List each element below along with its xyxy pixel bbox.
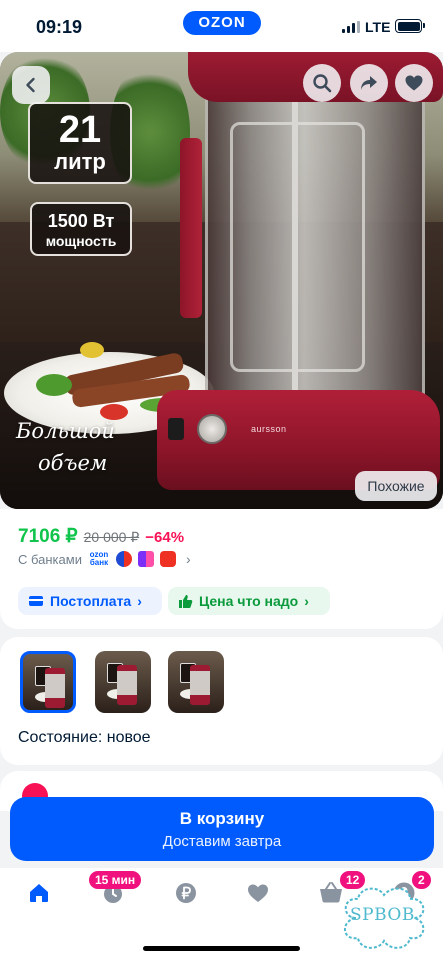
home-icon [30,884,48,902]
discount-badge: −64% [145,529,185,546]
volume-badge: 21 литр [28,102,132,184]
favorite-button[interactable] [395,64,433,102]
search-button[interactable] [303,64,341,102]
chevron-right-icon: › [304,593,309,609]
gallery-card: Состояние: новое [0,637,443,765]
good-price-label: Цена что надо [199,593,299,609]
postpay-chip[interactable]: Постоплата › [18,587,162,615]
card-icon [29,596,43,606]
share-button[interactable] [350,64,388,102]
share-icon [361,76,377,90]
ruble-icon [176,883,196,903]
cart-button-subtitle: Доставим завтра [162,833,282,850]
price-card: 7106 ₽ 20 000 ₽ −64% С банками ozon банк… [0,509,443,629]
timer-knob [197,414,227,444]
product-image[interactable]: aursson 21 литр 1500 Вт мощность Большой… [0,52,443,509]
back-button[interactable] [12,66,50,104]
heart-icon [248,884,268,902]
cart-button-title: В корзину [179,809,265,828]
gallery-thumb[interactable] [168,651,224,713]
network-label: LTE [365,19,391,35]
fresh-badge: 15 мин [89,871,142,889]
price-row: 7106 ₽ 20 000 ₽ −64% [18,525,184,548]
nav-favorites[interactable] [245,880,271,906]
banks-label: С банками [18,551,82,567]
product-page: 09:19 OZON LTE aursson 21 литр 1500 Вт м… [0,0,443,960]
current-price: 7106 ₽ [18,526,78,547]
nav-finance[interactable] [173,880,199,906]
watermark-text: SPBOB [350,905,415,925]
old-price: 20 000 ₽ [83,529,140,545]
status-bar: 09:19 OZON LTE [0,0,443,52]
bank-logo-icon [115,551,132,567]
chevron-right-icon: › [185,551,191,567]
condition-label: Состояние: новое [18,729,151,746]
heart-icon [405,75,423,91]
power-label: мощность [45,233,117,249]
thumbs-up-icon [179,594,193,608]
good-price-chip[interactable]: Цена что надо › [168,587,330,615]
chevron-right-icon: › [137,593,142,609]
postpay-label: Постоплата [50,593,132,609]
ozon-bank-logo: ozon банк [89,550,109,567]
bank-logo-icon [137,551,154,567]
power-badge: 1500 Вт мощность [30,202,132,256]
gallery-thumb[interactable] [20,651,76,713]
home-indicator [143,946,300,951]
status-time: 09:19 [36,17,83,37]
device-handle [180,138,202,318]
bank-offers[interactable]: С банками ozon банк › [18,551,191,567]
chevron-left-icon [26,77,35,93]
search-icon [313,74,332,93]
signal-icon [342,21,360,33]
bank-logo-icon [159,551,176,567]
watermark-seal: SPBOB [336,883,432,953]
battery-icon [395,19,425,33]
ozon-logo: OZON [183,11,261,35]
device-brand-label: aursson [251,424,287,434]
volume-value: 21 [58,109,102,151]
power-switch [168,418,184,440]
volume-unit: литр [54,149,106,174]
gallery-thumb[interactable] [95,651,151,713]
similar-button[interactable]: Похожие [355,471,437,501]
nav-home[interactable] [26,880,52,906]
power-value: 1500 Вт [47,211,115,231]
hero-caption: Большой объем [16,419,115,475]
add-to-cart-button[interactable]: В корзину Доставим завтра [10,797,434,861]
